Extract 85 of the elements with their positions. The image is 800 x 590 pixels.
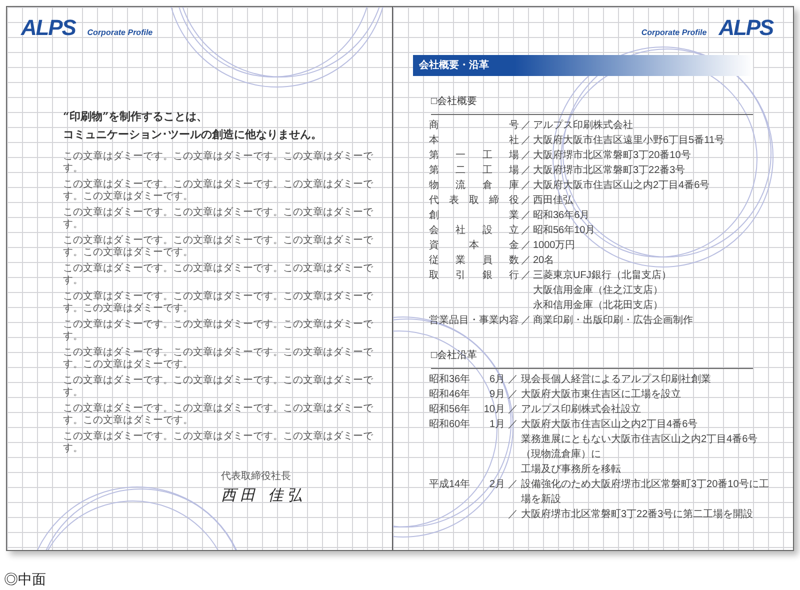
history-year: 昭和60年 <box>429 419 470 430</box>
signature-title: 代表取締役社長 <box>221 470 291 484</box>
section-heading: □会社概要 <box>431 96 478 107</box>
field-label: 本社 <box>429 134 519 148</box>
history-text: 業務進展にともない大阪市住吉区山之内2丁目4番6号（現物流倉庫）に <box>521 432 759 462</box>
section-heading: □会社沿革 <box>431 350 478 361</box>
body-text: この文章はダミーです。この文章はダミーです。この文章はダミーです。 <box>63 375 374 399</box>
history-year: 昭和46年 <box>429 389 470 400</box>
field-label: 第一工場 <box>429 149 519 163</box>
separator: ／ <box>508 389 518 400</box>
field-value: 大阪府堺市北区常磐町3丁20番10号 <box>533 148 691 163</box>
history-year: 平成14年 <box>429 479 470 490</box>
field-label: 代表取締役 <box>429 194 519 208</box>
section-banner: 会社概要・沿革 <box>413 55 753 76</box>
field-value: 1000万円 <box>533 239 576 253</box>
body-text: この文章はダミーです。この文章はダミーです。この文章はダミーです。この文章はダミーです。 <box>63 347 374 371</box>
field-label: 創業 <box>429 208 519 223</box>
field-value: 商業印刷・出版印刷・広告企画制作 <box>533 314 693 328</box>
separator: ／ <box>521 225 531 236</box>
body-text: この文章はダミーです。この文章はダミーです。この文章はダミーです。この文章はダミーです。 <box>63 291 374 315</box>
body-text: この文章はダミーです。この文章はダミーです。この文章はダミーです。この文章はダミーです。 <box>63 403 374 427</box>
separator: ／ <box>508 509 518 520</box>
separator: ／ <box>508 404 518 415</box>
body-text: この文章はダミーです。この文章はダミーです。この文章はダミーです。この文章はダミーです。 <box>63 179 374 203</box>
field-label: 物流倉庫 <box>429 178 519 193</box>
separator: ／ <box>521 210 531 221</box>
body-text: この文章はダミーです。この文章はダミーです。この文章はダミーです。 <box>63 263 374 287</box>
tagline: Corporate Profile <box>87 27 153 39</box>
history-month: 1月 <box>489 419 505 430</box>
field-value: 西田佳弘 <box>533 194 573 208</box>
history-month: 2月 <box>489 479 505 490</box>
history-year: 昭和56年 <box>429 404 470 415</box>
field-value: 昭和36年6月 <box>533 208 590 223</box>
body-text: この文章はダミーです。この文章はダミーです。この文章はダミーです。この文章はダミーです。 <box>63 235 374 259</box>
field-value: 昭和56年10月 <box>533 224 596 238</box>
field-value: 大阪府堺市北区常磐町3丁22番3号 <box>533 164 686 178</box>
separator: ／ <box>521 150 531 161</box>
history-text: 大阪府大阪市東住吉区に工場を設立 <box>521 388 682 402</box>
history-text: 大阪府堺市北区常磐町3丁22番3号に第二工場を開設 <box>521 508 754 522</box>
field-value: アルプス印刷株式会社 <box>533 118 633 133</box>
field-value: 大阪府大阪市住吉区山之内2丁目4番6号 <box>533 178 710 193</box>
history-text: 大阪府大阪市住吉区山之内2丁目4番6号 <box>521 418 699 432</box>
separator: ／ <box>508 374 518 385</box>
history-text: アルプス印刷株式会社設立 <box>521 402 642 417</box>
headline: “印刷物”を制作することは、 <box>63 109 209 125</box>
field-label: 資本金 <box>429 238 519 253</box>
history-month: 9月 <box>489 389 505 400</box>
field-label: 取引銀行 <box>429 269 519 283</box>
separator: ／ <box>521 165 531 176</box>
body-text: この文章はダミーです。この文章はダミーです。この文章はダミーです。 <box>63 319 374 343</box>
field-value: 20名 <box>533 254 554 268</box>
body-text: この文章はダミーです。この文章はダミーです。この文章はダミーです。 <box>63 151 374 175</box>
field-value: 大阪府大阪市住吉区遠里小野6丁目5番11号 <box>533 134 725 148</box>
history-text: 現会長個人経営によるアルプス印刷社創業 <box>521 372 712 387</box>
separator: ／ <box>521 195 531 206</box>
field-value: 大阪信用金庫（住之江支店） <box>533 284 663 298</box>
separator: ／ <box>521 240 531 251</box>
separator: ／ <box>508 479 518 490</box>
separator: ／ <box>521 315 531 326</box>
separator: ／ <box>521 270 531 281</box>
field-label: 商号 <box>429 118 519 133</box>
field-label: 会社設立 <box>429 224 519 238</box>
separator: ／ <box>521 180 531 191</box>
separator: ／ <box>521 255 531 266</box>
separator: ／ <box>521 120 531 131</box>
field-label: 従業員数 <box>429 254 519 268</box>
field-value: 三菱東京UFJ銀行（北畠支店） <box>533 268 672 283</box>
history-year: 昭和36年 <box>429 374 470 385</box>
field-value: 永和信用金庫（北花田支店） <box>533 298 663 313</box>
history-month: 6月 <box>489 374 505 385</box>
logo: ALPS <box>21 17 76 39</box>
history-text: 設備強化のため大阪府堺市北区常磐町3丁20番10号に工場を新設 <box>521 478 770 507</box>
signature-name: 西田 佳弘 <box>221 485 306 506</box>
separator: ／ <box>508 419 518 430</box>
logo: ALPS <box>718 17 773 39</box>
field-label: 第二工場 <box>429 164 519 178</box>
headline: コミュニケーション･ツールの創造に他なりません。 <box>63 127 323 143</box>
caption: ◎中面 <box>4 570 47 589</box>
body-text: この文章はダミーです。この文章はダミーです。この文章はダミーです。 <box>63 207 374 231</box>
field-label: 営業品目・事業内容 <box>429 314 519 328</box>
tagline: Corporate Profile <box>641 27 707 39</box>
separator: ／ <box>521 135 531 146</box>
body-text: この文章はダミーです。この文章はダミーです。この文章はダミーです。 <box>63 431 374 455</box>
history-text: 工場及び事務所を移転 <box>521 462 622 477</box>
history-month: 10月 <box>484 404 505 415</box>
